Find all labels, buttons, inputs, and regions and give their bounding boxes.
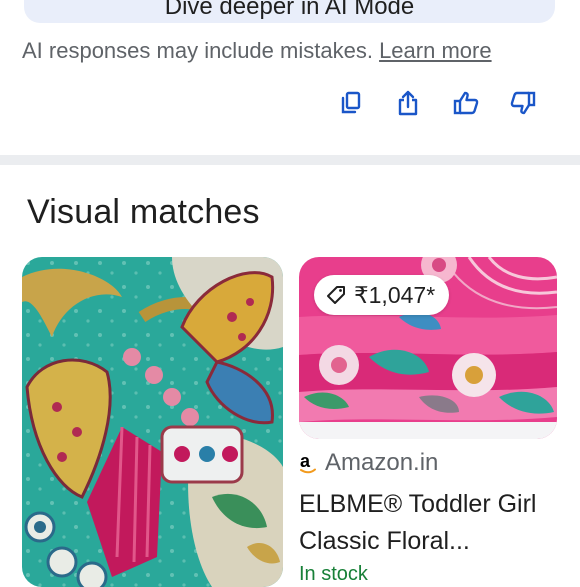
source-row[interactable]: a Amazon.in (299, 449, 438, 477)
thumbs-up-icon[interactable] (452, 89, 480, 117)
ai-mode-button-label: Dive deeper in AI Mode (164, 0, 415, 20)
price-text: ₹1,047* (354, 281, 436, 308)
section-title: Visual matches (27, 193, 260, 231)
feedback-actions (0, 89, 580, 119)
visual-match-image-1[interactable] (22, 257, 283, 587)
copy-icon[interactable] (337, 89, 365, 117)
product-title[interactable]: ELBME® Toddler Girl Classic Floral... (299, 486, 561, 560)
amazon-logo-icon: a (299, 452, 317, 474)
source-name: Amazon.in (325, 449, 439, 476)
share-icon[interactable] (394, 89, 422, 117)
product-title-line-1: ELBME® Toddler Girl (299, 490, 537, 518)
disclaimer-text: AI responses may include mistakes. (22, 38, 373, 63)
learn-more-link[interactable]: Learn more (379, 38, 492, 63)
section-divider (0, 155, 580, 165)
ai-mode-button[interactable]: Dive deeper in AI Mode (24, 0, 555, 23)
thumbs-down-icon[interactable] (509, 89, 537, 117)
svg-text:a: a (300, 452, 311, 471)
price-tag-icon (327, 286, 345, 304)
stock-status: In stock (299, 563, 368, 585)
product-title-line-2: Classic Floral... (299, 527, 470, 555)
ai-disclaimer: AI responses may include mistakes. Learn… (22, 38, 492, 64)
price-badge: ₹1,047* (314, 275, 450, 315)
